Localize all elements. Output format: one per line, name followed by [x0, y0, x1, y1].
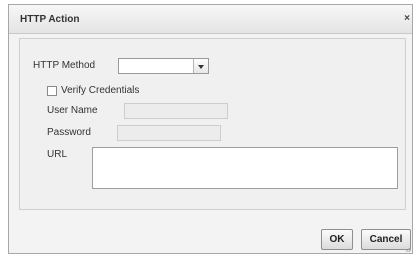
password-field[interactable] [117, 125, 221, 141]
chevron-down-icon[interactable] [193, 59, 208, 73]
cancel-button[interactable]: Cancel [361, 229, 411, 250]
http-method-label: HTTP Method [33, 60, 96, 71]
user-name-label: User Name [47, 105, 98, 116]
url-field[interactable] [92, 147, 398, 189]
dialog-title: HTTP Action [20, 14, 80, 25]
http-method-select[interactable] [118, 58, 209, 74]
close-icon[interactable]: × [404, 13, 410, 24]
resize-grip-icon[interactable] [405, 246, 411, 252]
ok-button[interactable]: OK [321, 229, 353, 250]
http-action-dialog: HTTP Action × HTTP Method Verify Credent… [8, 4, 413, 254]
url-label: URL [47, 149, 68, 160]
password-label: Password [47, 127, 91, 138]
dialog-title-bar[interactable]: HTTP Action × [9, 5, 412, 34]
user-name-field[interactable] [124, 103, 228, 119]
form-panel: HTTP Method Verify Credentials User Name… [19, 38, 406, 210]
verify-credentials-label[interactable]: Verify Credentials [61, 85, 139, 96]
verify-credentials-checkbox[interactable] [47, 86, 57, 96]
